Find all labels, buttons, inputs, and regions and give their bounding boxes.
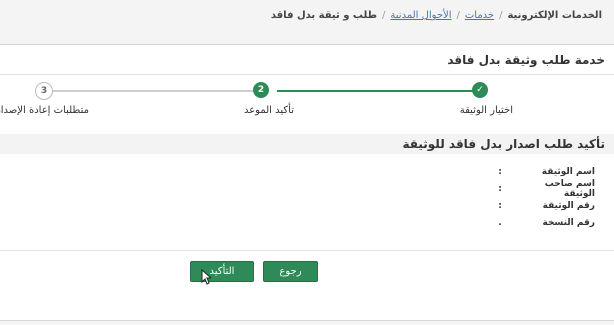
- detail-row: رقم النسخة .: [335, 214, 595, 231]
- breadcrumb: الخدمات الإلكترونية / خدمات / الأحوال ال…: [12, 10, 602, 21]
- breadcrumb-separator: /: [382, 10, 386, 21]
- confirm-button[interactable]: التأكيد: [190, 261, 254, 282]
- document-name-label: اسم الوثيقة: [541, 166, 595, 177]
- breadcrumb-civil-affairs-link[interactable]: الأحوال المدنية: [390, 10, 451, 21]
- wizard-track-pending: [36, 90, 253, 92]
- breadcrumb-current: طلب و ثيقة بدل فاقد: [270, 10, 378, 21]
- detail-separator: :: [498, 183, 502, 194]
- breadcrumb-services-link[interactable]: خدمات: [465, 10, 494, 21]
- breadcrumb-separator: /: [456, 10, 460, 21]
- detail-row: رقم الوثيقة :: [335, 197, 595, 214]
- confirmation-title: تأكيد طلب اصدار بدل فاقد للوثيقة: [402, 137, 605, 151]
- step-3-label: متطلبات إعادة الإصدار: [0, 105, 89, 116]
- detail-separator: .: [498, 217, 502, 228]
- step-2-label: تأكيد الموعد: [243, 105, 294, 116]
- detail-row: اسم صاحب الوثيقة :: [335, 178, 595, 199]
- document-owner-label: اسم صاحب الوثيقة: [544, 178, 595, 199]
- step-3-number: 3: [35, 82, 53, 100]
- progress-wizard: ✓ اختيار الوثيقة 2 تأكيد الموعد 3 متطلبا…: [0, 80, 614, 130]
- copy-number-label: رقم النسخة: [542, 217, 595, 228]
- detail-row: اسم الوثيقة :: [335, 163, 595, 180]
- detail-separator: :: [498, 166, 502, 177]
- step-2-number: 2: [253, 82, 269, 98]
- breadcrumb-separator: /: [499, 10, 503, 21]
- breadcrumb-home-link[interactable]: الخدمات الإلكترونية: [507, 10, 602, 21]
- wizard-track-complete: [277, 90, 483, 92]
- step-1-label: اختيار الوثيقة: [459, 105, 513, 116]
- panel-divider: [0, 74, 614, 75]
- document-number-label: رقم الوثيقة: [542, 200, 595, 211]
- detail-separator: :: [498, 200, 502, 211]
- panel-title: خدمة طلب وثيقة بدل فاقد: [447, 53, 605, 67]
- document-details: اسم الوثيقة : اسم صاحب الوثيقة : رقم الو…: [335, 163, 595, 231]
- step-1-check-icon: ✓: [472, 82, 488, 98]
- mouse-cursor-icon: [201, 269, 211, 285]
- actions-divider: [0, 250, 614, 251]
- service-panel: خدمة طلب وثيقة بدل فاقد ✓ اختيار الوثيقة…: [0, 44, 614, 321]
- back-button[interactable]: رجوع: [263, 261, 318, 282]
